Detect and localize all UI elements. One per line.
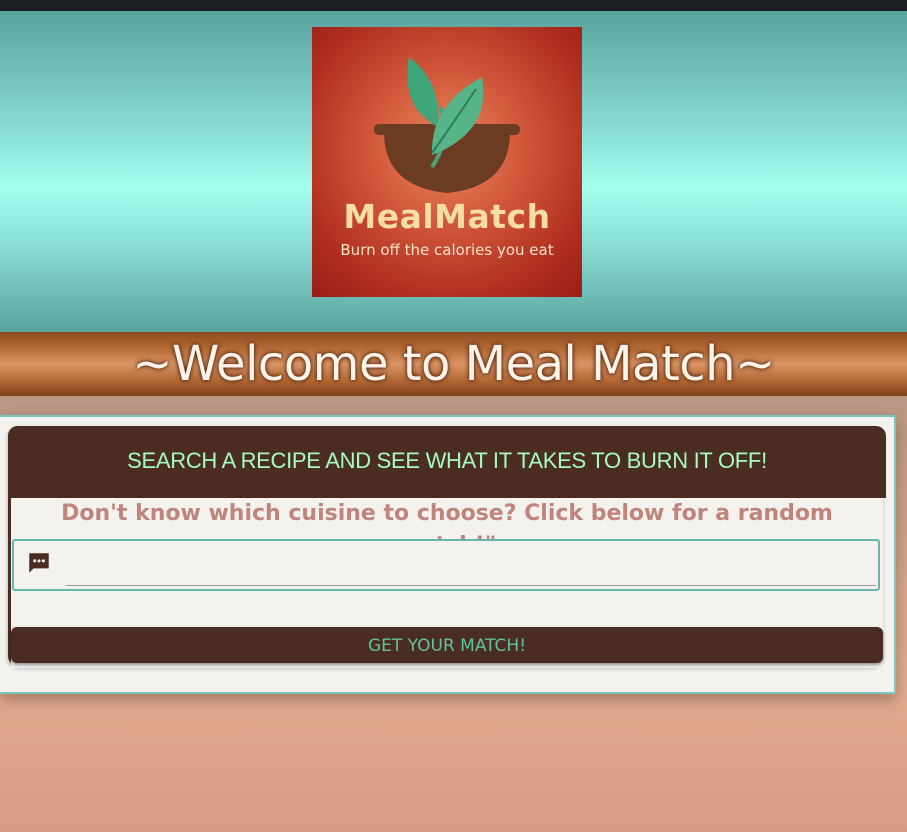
search-input[interactable] — [66, 547, 876, 586]
search-field — [12, 539, 880, 591]
get-match-button[interactable]: GET YOUR MATCH! — [11, 627, 883, 663]
page-title: ~Welcome to Meal Match~ — [132, 336, 775, 392]
logo-tagline: Burn off the calories you eat — [340, 241, 554, 259]
search-card-header: SEARCH A RECIPE AND SEE WHAT IT TAKES TO… — [8, 426, 886, 498]
welcome-banner: ~Welcome to Meal Match~ — [0, 332, 907, 396]
random-match-hint: Don't know which cuisine to choose? Clic… — [61, 501, 833, 558]
browser-top-bar — [0, 0, 907, 11]
chat-icon — [29, 553, 49, 573]
logo-title: MealMatch — [343, 197, 551, 236]
mealmatch-logo: MealMatch Burn off the calories you eat — [312, 27, 582, 297]
search-card-heading: SEARCH A RECIPE AND SEE WHAT IT TAKES TO… — [127, 448, 767, 473]
